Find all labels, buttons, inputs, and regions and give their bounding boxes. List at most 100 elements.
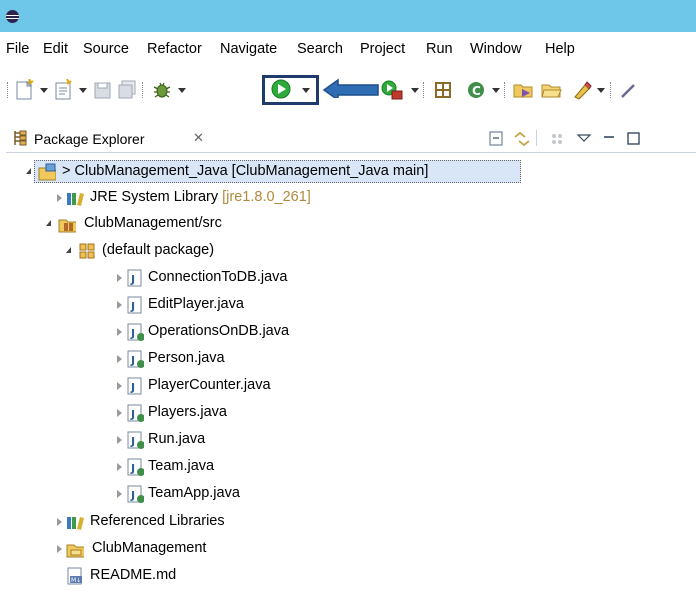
tree-item-file[interactable]: J TeamApp.java <box>0 482 340 506</box>
debug-icon[interactable] <box>150 79 174 101</box>
open-perspective-icon[interactable] <box>540 79 564 101</box>
tree-item-referenced-libraries[interactable]: Referenced Libraries <box>0 510 340 534</box>
collapsed-twisty-icon[interactable] <box>117 355 122 363</box>
folder-icon <box>66 544 84 558</box>
svg-text:J: J <box>130 327 135 340</box>
file-label: Team.java <box>148 458 215 474</box>
save-icon[interactable] <box>93 79 113 101</box>
java-file-icon: J <box>127 377 142 395</box>
tab-package-explorer[interactable]: Package Explorer <box>34 131 145 147</box>
java-class-file-icon: J <box>127 431 144 449</box>
menu-run[interactable]: Run <box>426 41 453 57</box>
menu-help[interactable]: Help <box>545 41 575 57</box>
tree-item-project[interactable]: > ClubManagement_Java [ClubManagement_Ja… <box>0 160 520 184</box>
toolbar-separator <box>423 82 424 98</box>
debug-dropdown-icon[interactable] <box>178 88 186 93</box>
link-with-editor-icon[interactable] <box>512 129 532 149</box>
view-menu-icon[interactable] <box>576 132 592 144</box>
project-prefix: > <box>62 163 75 179</box>
collapsed-twisty-icon[interactable] <box>117 328 122 336</box>
library-icon <box>67 193 84 206</box>
folder-label: ClubManagement <box>92 540 207 556</box>
collapsed-twisty-icon[interactable] <box>57 194 62 202</box>
new-icon[interactable] <box>14 79 36 101</box>
new-java-class-icon[interactable]: C <box>466 79 488 101</box>
collapse-all-icon[interactable] <box>488 130 506 148</box>
menu-bar: File Edit Source Refactor Navigate Searc… <box>0 37 696 63</box>
svg-text:J: J <box>130 489 135 502</box>
menu-search[interactable]: Search <box>297 41 343 57</box>
minimize-icon[interactable] <box>602 132 616 144</box>
collapsed-twisty-icon[interactable] <box>117 409 122 417</box>
source-folder-icon <box>58 219 76 233</box>
java-file-icon: J <box>127 269 142 287</box>
collapsed-twisty-icon[interactable] <box>57 545 62 553</box>
jre-label: JRE System Library <box>90 189 219 205</box>
tree-item-folder[interactable]: ClubManagement <box>0 537 340 561</box>
markdown-file-icon: M↓ <box>67 567 82 585</box>
expanded-twisty-icon[interactable] <box>66 247 71 253</box>
menu-navigate[interactable]: Navigate <box>220 41 277 57</box>
tree-item-file[interactable]: J Players.java <box>0 401 340 425</box>
java-class-file-icon: J <box>127 458 144 476</box>
package-explorer-icon <box>14 130 27 146</box>
run-external-dropdown-icon[interactable] <box>411 88 419 93</box>
toolbar-separator <box>504 82 505 98</box>
tree-item-file[interactable]: J EditPlayer.java <box>0 293 340 317</box>
search-icon[interactable] <box>618 79 640 101</box>
tree-item-jre[interactable]: JRE System Library [jre1.8.0_261] <box>0 186 360 210</box>
menu-window[interactable]: Window <box>470 41 522 57</box>
tree-item-src-folder[interactable]: ClubManagement/src <box>0 212 320 236</box>
open-type-icon[interactable] <box>432 79 454 101</box>
readme-label: README.md <box>90 567 177 583</box>
save-all-icon[interactable] <box>117 79 137 101</box>
collapsed-twisty-icon[interactable] <box>57 518 62 526</box>
tree-item-default-package[interactable]: (default package) <box>0 239 320 263</box>
collapsed-twisty-icon[interactable] <box>117 301 122 309</box>
run-external-icon[interactable] <box>380 79 406 101</box>
maximize-icon[interactable] <box>626 130 642 146</box>
project-branch: [ClubManagement_Java main] <box>227 163 429 179</box>
svg-text:J: J <box>130 273 135 286</box>
tree-item-readme[interactable]: M↓ README.md <box>0 564 340 588</box>
tree-item-file[interactable]: J Person.java <box>0 347 340 371</box>
collapsed-twisty-icon[interactable] <box>117 382 122 390</box>
expanded-twisty-icon[interactable] <box>46 220 51 226</box>
svg-text:J: J <box>130 354 135 367</box>
menu-source[interactable]: Source <box>83 41 129 57</box>
expanded-twisty-icon[interactable] <box>26 168 31 174</box>
menu-project[interactable]: Project <box>360 41 405 57</box>
tree-item-file[interactable]: J OperationsOnDB.java <box>0 320 340 344</box>
svg-text:C: C <box>472 84 481 98</box>
focus-icon[interactable] <box>548 130 566 148</box>
new-dropdown-icon[interactable] <box>40 88 48 93</box>
collapsed-twisty-icon[interactable] <box>117 490 122 498</box>
svg-text:J: J <box>130 462 135 475</box>
marker-icon[interactable] <box>571 79 593 101</box>
open-folder-icon[interactable] <box>512 79 536 101</box>
menu-file[interactable]: File <box>6 41 29 57</box>
arrow-annotation-icon <box>322 78 379 98</box>
collapsed-twisty-icon[interactable] <box>117 436 122 444</box>
collapsed-twisty-icon[interactable] <box>117 463 122 471</box>
tree-item-file[interactable]: J PlayerCounter.java <box>0 374 340 398</box>
new-java-dropdown-icon[interactable] <box>79 88 87 93</box>
package-explorer-tabbar: Package Explorer ✕ <box>6 123 696 153</box>
view-toolbar-separator <box>536 130 537 146</box>
collapsed-twisty-icon[interactable] <box>117 274 122 282</box>
menu-refactor[interactable]: Refactor <box>147 41 202 57</box>
java-class-file-icon: J <box>127 485 144 503</box>
file-label: EditPlayer.java <box>148 296 244 312</box>
java-project-icon <box>38 163 56 181</box>
marker-dropdown-icon[interactable] <box>597 88 605 93</box>
eclipse-logo-icon[interactable] <box>6 10 19 23</box>
java-file-icon: J <box>127 296 142 314</box>
tree-item-file[interactable]: J ConnectionToDB.java <box>0 266 340 290</box>
new-java-class-dropdown-icon[interactable] <box>492 88 500 93</box>
new-java-icon[interactable] <box>53 79 75 101</box>
menu-edit[interactable]: Edit <box>43 41 68 57</box>
close-icon[interactable]: ✕ <box>193 130 204 146</box>
tree-item-file[interactable]: J Run.java <box>0 428 340 452</box>
tree-item-file[interactable]: J Team.java <box>0 455 340 479</box>
java-class-file-icon: J <box>127 323 144 341</box>
